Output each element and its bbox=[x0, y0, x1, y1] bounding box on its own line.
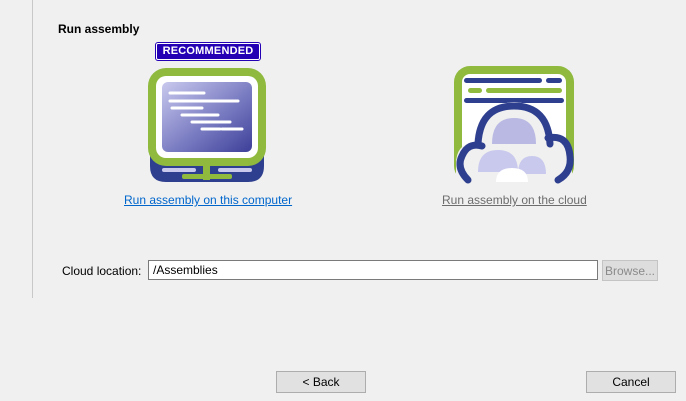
left-panel-divider bbox=[0, 0, 33, 298]
run-local-link[interactable]: Run assembly on this computer bbox=[124, 193, 292, 207]
cloud-server-icon[interactable] bbox=[452, 64, 576, 188]
browse-button[interactable]: Browse... bbox=[602, 260, 658, 281]
cloud-location-input[interactable] bbox=[148, 260, 598, 280]
recommended-badge: RECOMMENDED bbox=[155, 42, 261, 61]
cancel-button[interactable]: Cancel bbox=[586, 371, 676, 393]
computer-monitor-icon[interactable] bbox=[146, 66, 268, 188]
cloud-location-label: Cloud location: bbox=[62, 264, 142, 278]
back-button[interactable]: < Back bbox=[276, 371, 366, 393]
run-cloud-link[interactable]: Run assembly on the cloud bbox=[442, 193, 587, 207]
section-title: Run assembly bbox=[58, 22, 140, 36]
